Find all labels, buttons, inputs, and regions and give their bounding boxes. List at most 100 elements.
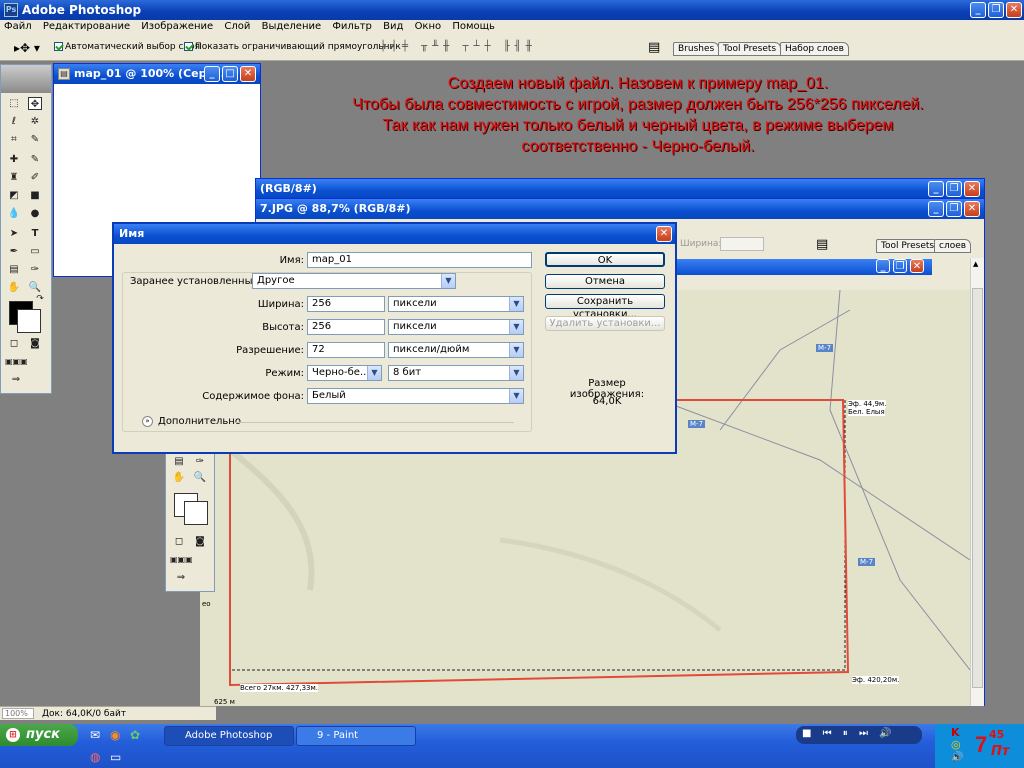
tab-layer-comps[interactable]: Набор слоев: [780, 42, 849, 56]
width-option-input[interactable]: [720, 237, 764, 251]
menu-file[interactable]: Файл: [0, 20, 36, 33]
minimize-icon[interactable]: _: [928, 181, 944, 197]
standard-mode-icon[interactable]: ◻: [172, 535, 186, 548]
bit-depth-select[interactable]: 8 бит ▼: [388, 365, 524, 381]
menu-filter[interactable]: Фильтр: [328, 20, 376, 33]
chevron-down-icon[interactable]: ▼: [509, 320, 523, 334]
desktop-icon[interactable]: ▭: [110, 750, 121, 764]
minimize-icon[interactable]: _: [970, 2, 986, 18]
quick-launch-icon[interactable]: ✉: [90, 728, 100, 742]
background-color-swatch[interactable]: [17, 309, 41, 333]
crop-tool-icon[interactable]: ⌗: [7, 133, 21, 146]
advanced-label[interactable]: Дополнительно: [158, 416, 241, 427]
tab-layers[interactable]: слоев: [934, 239, 972, 253]
height-input[interactable]: 256: [307, 319, 385, 335]
chevron-down-icon[interactable]: ▼: [441, 274, 455, 288]
standard-mode-icon[interactable]: ◻: [7, 337, 21, 350]
zoom-field[interactable]: 100%: [2, 708, 34, 719]
close-icon[interactable]: ✕: [964, 181, 980, 197]
screen-mode-icons[interactable]: ▣▣▣: [170, 553, 193, 566]
pen-tool-icon[interactable]: ✒: [7, 245, 21, 258]
palette-well-icon[interactable]: ▤: [816, 237, 828, 252]
quickmask-mode-icon[interactable]: ◙: [193, 535, 207, 548]
quickmask-mode-icon[interactable]: ◙: [28, 337, 42, 350]
swap-colors-icon[interactable]: ↷: [33, 293, 47, 306]
dodge-tool-icon[interactable]: ●: [28, 207, 42, 220]
messenger-icon[interactable]: ✿: [130, 728, 140, 742]
tab-tool-presets[interactable]: Tool Presets: [718, 42, 782, 56]
media-icon[interactable]: ◍: [90, 750, 100, 764]
resolution-unit-select[interactable]: пиксели/дюйм ▼: [388, 342, 524, 358]
align-icons[interactable]: ╞╡╪ ╥╨╫ ┬┴┼ ╟╢╫: [380, 41, 537, 52]
media-controls-icon[interactable]: ■ ⏮ ⏸ ⏭ 🔊: [802, 728, 896, 739]
background-color-swatch[interactable]: [184, 501, 208, 525]
minimize-icon[interactable]: _: [928, 201, 944, 217]
browser-icon[interactable]: ◉: [110, 728, 120, 742]
menu-view[interactable]: Вид: [379, 20, 407, 33]
tab-tool-presets[interactable]: Tool Presets: [876, 239, 940, 253]
chevron-down-icon[interactable]: ▼: [367, 366, 381, 380]
taskbar-item-paint[interactable]: 9 - Paint: [296, 726, 416, 746]
map-vertical-scrollbar[interactable]: ▲: [970, 258, 984, 706]
restore-icon[interactable]: ❐: [893, 259, 907, 273]
close-icon[interactable]: ✕: [656, 226, 672, 242]
height-unit-select[interactable]: пиксели ▼: [388, 319, 524, 335]
scroll-thumb[interactable]: [972, 288, 983, 688]
brush-tool-icon[interactable]: ✎: [28, 153, 42, 166]
close-icon[interactable]: ✕: [910, 259, 924, 273]
close-icon[interactable]: ✕: [1006, 2, 1022, 18]
menu-layer[interactable]: Слой: [220, 20, 254, 33]
menu-edit[interactable]: Редактирование: [39, 20, 134, 33]
close-icon[interactable]: ✕: [240, 66, 256, 82]
shape-tool-icon[interactable]: ▭: [28, 245, 42, 258]
mode-select[interactable]: Черно-бе... ▼: [307, 365, 382, 381]
preset-select[interactable]: Другое ▼: [252, 273, 456, 289]
name-input[interactable]: map_01: [307, 252, 532, 268]
menu-window[interactable]: Окно: [411, 20, 446, 33]
resolution-input[interactable]: 72: [307, 342, 385, 358]
cancel-button[interactable]: Отмена: [545, 274, 665, 289]
screen-mode-icons[interactable]: ▣▣▣: [5, 355, 28, 368]
chevron-down-icon[interactable]: ▼: [509, 343, 523, 357]
minimize-icon[interactable]: _: [876, 259, 890, 273]
move-tool-icon[interactable]: ✥: [28, 97, 42, 110]
notes-tool-icon[interactable]: ▤: [7, 263, 21, 276]
menu-select[interactable]: Выделение: [258, 20, 326, 33]
auto-select-option[interactable]: Автоматический выбор слоя: [54, 42, 200, 52]
gradient-tool-icon[interactable]: ■: [28, 189, 42, 202]
ok-button[interactable]: OK: [545, 252, 665, 267]
marquee-tool-icon[interactable]: ⬚: [7, 97, 21, 110]
scroll-up-icon[interactable]: ▲: [973, 260, 978, 268]
show-bounds-option[interactable]: Показать ограничивающий прямоугольник: [184, 42, 401, 52]
clone-stamp-icon[interactable]: ♜: [7, 171, 21, 184]
eyedropper-icon[interactable]: ✑: [28, 263, 42, 276]
minimize-icon[interactable]: _: [204, 66, 220, 82]
close-icon[interactable]: ✕: [964, 201, 980, 217]
chevron-down-icon[interactable]: ▼: [509, 366, 523, 380]
volume-icon[interactable]: 🔊: [951, 752, 963, 763]
blur-tool-icon[interactable]: 💧: [7, 207, 21, 220]
lasso-tool-icon[interactable]: ℓ: [7, 115, 21, 128]
slice-tool-icon[interactable]: ✎: [28, 133, 42, 146]
zoom-tool-icon[interactable]: 🔍: [193, 471, 207, 484]
hand-tool-icon[interactable]: ✋: [172, 471, 186, 484]
restore-icon[interactable]: ❐: [946, 181, 962, 197]
move-tool-icon[interactable]: ▸✥ ▾: [14, 41, 40, 55]
tray-icon[interactable]: ◎: [951, 738, 961, 751]
history-brush-icon[interactable]: ✐: [28, 171, 42, 184]
width-unit-select[interactable]: пиксели ▼: [388, 296, 524, 312]
width-input[interactable]: 256: [307, 296, 385, 312]
doc-size-info[interactable]: Док: 64,0К/0 байт: [42, 709, 126, 719]
eraser-tool-icon[interactable]: ◩: [7, 189, 21, 202]
restore-icon[interactable]: ❐: [988, 2, 1004, 18]
restore-icon[interactable]: ❐: [946, 201, 962, 217]
save-preset-button[interactable]: Сохранить установки...: [545, 294, 665, 320]
taskbar-item-photoshop[interactable]: Adobe Photoshop: [164, 726, 294, 746]
start-button[interactable]: ⊞ пуск: [0, 724, 78, 746]
jump-to-imageready-icon[interactable]: ⇒: [9, 373, 23, 386]
menu-help[interactable]: Помощь: [448, 20, 499, 33]
palette-well-icon[interactable]: ▤: [648, 40, 660, 55]
path-select-icon[interactable]: ➤: [7, 227, 21, 240]
show-bounds-checkbox[interactable]: [184, 42, 193, 51]
hand-tool-icon[interactable]: ✋: [7, 281, 21, 294]
